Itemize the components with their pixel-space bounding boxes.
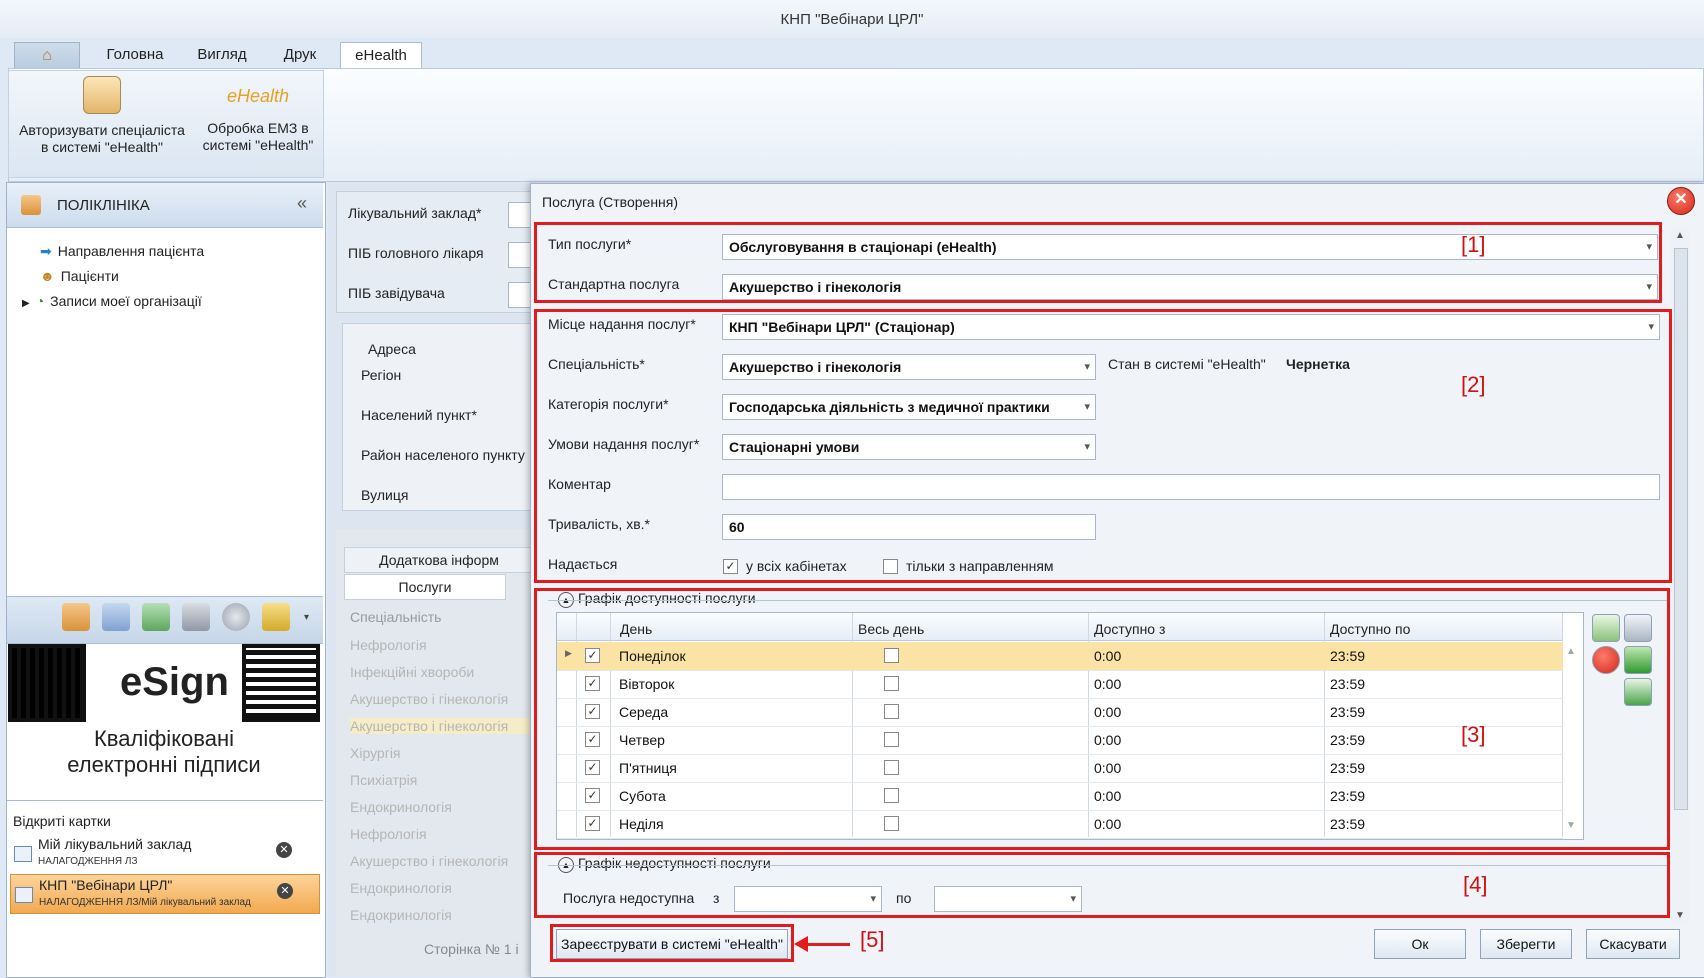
cancel-button[interactable]: Скасувати <box>1586 929 1680 959</box>
bg-row-selected: Акушерство і гінекологія <box>350 718 530 734</box>
annotation-label-3: [3] <box>1461 722 1486 747</box>
scroll-up-icon[interactable]: ▲ <box>1675 230 1685 241</box>
card-icon <box>15 887 33 903</box>
home-tab[interactable]: ⌂ <box>14 42 80 69</box>
bg-label-chief: ПІБ головного лікаря <box>348 245 484 261</box>
bg-row: Акушерство і гінекологія <box>350 853 509 869</box>
schedule-module-icon[interactable] <box>102 603 130 631</box>
bg-address-group: Адреса <box>368 341 416 357</box>
open-card-item[interactable]: Мій лікувальний заклад НАЛАГОДЖЕННЯ ЛЗ ✕ <box>10 834 320 874</box>
sidebar-item-patients[interactable]: ☻ Пацієнти <box>40 268 119 284</box>
annotation-label-2: [2] <box>1461 372 1486 397</box>
window-title: КНП "Вебінари ЦРЛ" <box>0 0 1704 39</box>
esign-logo: eSign <box>120 660 229 704</box>
annotation-box-5 <box>550 924 794 962</box>
annotation-box-2 <box>534 309 1672 583</box>
close-icon: ✕ <box>1674 191 1688 208</box>
scroll-thumb[interactable] <box>1674 248 1688 810</box>
qr-code-right <box>242 644 320 722</box>
sidebar-header: ПОЛІКЛІНІКА « <box>7 183 323 228</box>
close-card-icon[interactable]: ✕ <box>277 883 293 899</box>
ribbon-tab-bar: ⌂ Головна Вигляд Друк eHealth <box>0 38 1704 69</box>
annotation-label-1: [1] <box>1461 232 1486 257</box>
doctor-icon <box>83 76 121 114</box>
bg-column-header: Спеціальність <box>350 609 442 625</box>
bg-label-facility: Лікувальний заклад* <box>348 205 482 221</box>
folder-module-icon[interactable] <box>262 603 290 631</box>
esign-banner[interactable]: eSign Кваліфіковані електронні підписи <box>8 644 320 788</box>
card-icon <box>14 846 32 862</box>
arrow-right-icon: ➡ <box>40 243 52 259</box>
bg-row: Ендокринологія <box>350 799 452 815</box>
bg-row: Інфекційні хвороби <box>350 664 475 680</box>
bg-row: Хірургія <box>350 745 401 761</box>
toolbar-dropdown-icon[interactable]: ▾ <box>304 612 309 623</box>
tab-print[interactable]: Друк <box>262 42 338 68</box>
esign-text-line1: Кваліфіковані <box>93 726 235 751</box>
dialog-scrollbar[interactable]: ▲ ▼ <box>1671 228 1689 924</box>
home-module-icon[interactable] <box>142 603 170 631</box>
books-module-icon[interactable] <box>182 603 210 631</box>
collapse-icon[interactable]: « <box>297 193 307 214</box>
bg-label-head: ПІБ завідувача <box>348 285 445 301</box>
tab-ehealth[interactable]: eHealth <box>340 42 422 69</box>
bg-row: Акушерство і гінекологія <box>350 691 509 707</box>
clinic-module-icon[interactable] <box>62 603 90 631</box>
scroll-down-icon[interactable]: ▼ <box>1675 910 1685 921</box>
bg-row: Нефрологія <box>350 826 427 842</box>
bg-tab-extra[interactable]: Додаткова інформ <box>344 547 534 573</box>
patients-icon: ☻ <box>40 268 55 284</box>
bg-tab-services[interactable]: Послуги <box>344 574 506 600</box>
clinic-icon <box>21 195 41 215</box>
expand-arrow-icon[interactable]: ▶ <box>22 298 30 309</box>
home-icon: ⌂ <box>42 47 52 64</box>
close-dialog-button[interactable]: ✕ <box>1667 187 1695 215</box>
annotation-label-4: [4] <box>1463 872 1488 897</box>
records-icon: ◔ <box>35 293 45 309</box>
save-button[interactable]: Зберегти <box>1480 929 1572 959</box>
annotation-label-5: [5] <box>860 927 885 952</box>
annotation-box-4 <box>534 852 1670 918</box>
bg-pager: Сторінка № 1 і <box>424 941 519 957</box>
bg-row: Ендокринологія <box>350 907 452 923</box>
ehealth-logo-icon: eHealth <box>226 86 290 106</box>
tab-view[interactable]: Вигляд <box>185 42 259 68</box>
bg-label-settlement: Населений пункт* <box>361 407 477 423</box>
ok-button[interactable]: Ок <box>1374 929 1466 959</box>
bg-label-district: Район населеного пункту <box>361 447 525 463</box>
settings-gear-icon[interactable] <box>222 603 250 631</box>
open-cards-title: Відкриті картки <box>13 813 111 829</box>
sidebar-item-records[interactable]: ▶ ◔ Записи моеї організації <box>22 293 202 309</box>
sidebar-item-referral[interactable]: ➡ Направлення пацієнта <box>40 243 204 260</box>
bg-row: Ендокринологія <box>350 880 452 896</box>
authorize-specialist-button[interactable]: Авторизувати спеціаліста в системі "eHea… <box>12 76 192 156</box>
bg-label-street: Вулиця <box>361 487 409 503</box>
close-card-icon[interactable]: ✕ <box>276 842 292 858</box>
bg-row: Психіатрія <box>350 772 418 788</box>
tab-home[interactable]: Головна <box>88 42 182 68</box>
bg-row: Нефрологія <box>350 637 427 653</box>
qr-code-left <box>8 644 86 722</box>
bg-label-region: Регіон <box>361 367 402 383</box>
open-card-item-active[interactable]: КНП "Вебінари ЦРЛ" НАЛАГОДЖЕННЯ ЛЗ/Мій л… <box>10 874 320 914</box>
annotation-box-3 <box>534 588 1670 850</box>
annotation-box-1 <box>534 222 1662 303</box>
sidebar-title: ПОЛІКЛІНІКА <box>57 197 150 214</box>
annotation-arrow-head <box>794 936 808 952</box>
esign-text-line2: електронні підписи <box>67 752 261 777</box>
dialog-title: Послуга (Створення) <box>542 194 679 210</box>
process-emz-button[interactable]: eHealth Обробка ЕМЗ в системі "eHealth" <box>196 76 320 154</box>
